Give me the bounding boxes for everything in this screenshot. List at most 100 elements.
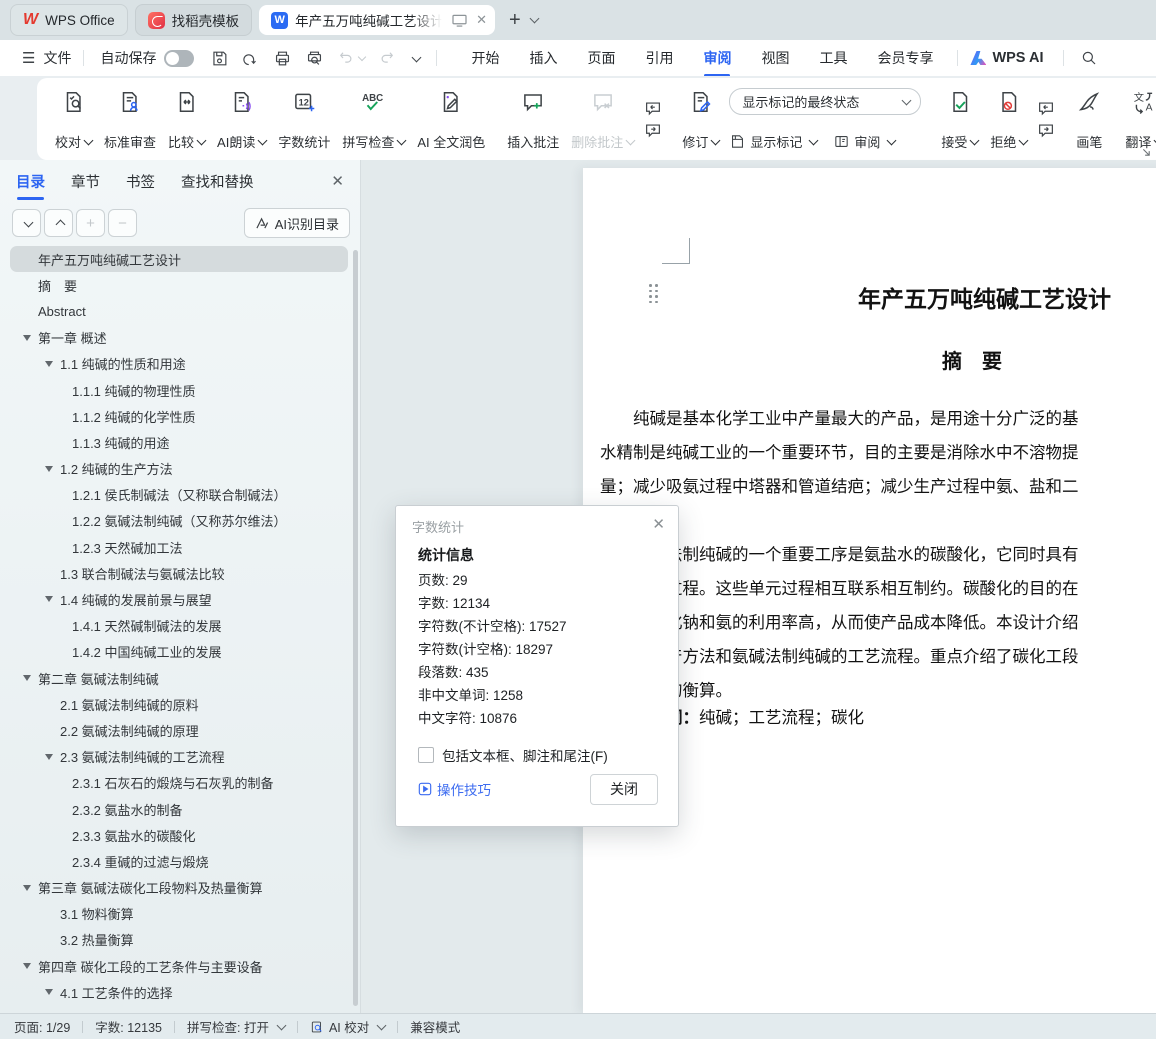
insert-comment-button[interactable]: 插入批注 (501, 83, 565, 157)
expand-triangle-icon[interactable] (45, 466, 53, 472)
toc-item[interactable]: 4.1.1 碳化度 (10, 1005, 348, 1012)
ai-proofread-status[interactable]: AI 校对 (310, 1017, 385, 1036)
toc-item[interactable]: 2.3.2 氨盐水的制备 (10, 796, 348, 822)
toc-item[interactable]: 1.2.1 侯氏制碱法（又称联合制碱法） (10, 482, 348, 508)
close-tab-icon[interactable]: ✕ (476, 12, 487, 28)
toc-item[interactable]: 3.2 热量衡算 (10, 927, 348, 953)
more-commands-chevron-icon[interactable] (409, 50, 420, 66)
toc-item[interactable]: 2.3.4 重碱的过滤与煅烧 (10, 848, 348, 874)
tips-link[interactable]: 操作技巧 (418, 779, 491, 799)
toc-item[interactable]: 年产五万吨纯碱工艺设计 (10, 246, 348, 272)
sidebar-tab[interactable]: 查找和替换 (181, 171, 254, 192)
expand-triangle-icon[interactable] (45, 989, 53, 995)
page-indicator[interactable]: 页面: 1/29 (14, 1017, 70, 1036)
toc-item[interactable]: 1.4.2 中国纯碱工业的发展 (10, 639, 348, 665)
show-markup-button[interactable]: 显示标记 (729, 132, 817, 151)
toc-item[interactable]: 摘 要 (10, 272, 348, 298)
print-preview-icon[interactable] (305, 49, 324, 68)
standard-review-button[interactable]: 标准审查 (98, 83, 162, 157)
include-textbox-checkbox-row[interactable]: 包括文本框、脚注和尾注(F) (418, 745, 608, 765)
spell-check-button[interactable]: ABC 拼写检查 (336, 83, 411, 157)
expand-triangle-icon[interactable] (23, 335, 31, 341)
ai-read-aloud-button[interactable]: AI朗读 (211, 83, 272, 157)
ai-polish-button[interactable]: AI 全文润色 (411, 83, 491, 157)
wps-ai-button[interactable]: WPS AI (970, 50, 1043, 66)
toc-item[interactable]: 2.1 氨碱法制纯碱的原料 (10, 691, 348, 717)
expand-triangle-icon[interactable] (23, 885, 31, 891)
toc-item[interactable]: 1.1.3 纯碱的用途 (10, 429, 348, 455)
sidebar-tab[interactable]: 章节 (71, 171, 100, 192)
previous-comment-icon[interactable] (643, 101, 663, 117)
track-changes-button[interactable]: 修订 (676, 83, 725, 157)
toc-item[interactable]: 3.1 物料衡算 (10, 901, 348, 927)
next-comment-icon[interactable] (643, 123, 663, 139)
proofread-button[interactable]: 校对 (49, 83, 98, 157)
toc-item[interactable]: 1.3 联合制碱法与氨碱法比较 (10, 560, 348, 586)
toc-item[interactable]: 2.2 氨碱法制纯碱的原理 (10, 717, 348, 743)
tab-list-chevron-icon[interactable] (527, 11, 538, 29)
toc-item[interactable]: 1.2.2 氨碱法制纯碱（又称苏尔维法） (10, 508, 348, 534)
tab-wps-office[interactable]: W WPS Office (10, 4, 128, 36)
save-icon[interactable] (210, 49, 229, 68)
toc-item[interactable]: Abstract (10, 298, 348, 324)
export-icon[interactable] (242, 49, 260, 68)
ai-recognize-toc-button[interactable]: AI识别目录 (244, 208, 350, 238)
menu-tab[interactable]: 会员专享 (877, 48, 933, 68)
compare-button[interactable]: 比较 (162, 83, 211, 157)
sidebar-close-icon[interactable]: ✕ (331, 172, 344, 190)
close-dialog-button[interactable]: 关闭 (590, 774, 658, 805)
sidebar-tab[interactable]: 目录 (16, 171, 45, 192)
toc-item[interactable]: 1.2 纯碱的生产方法 (10, 456, 348, 482)
sidebar-scrollbar[interactable] (353, 250, 358, 1006)
spell-check-status[interactable]: 拼写检查: 打开 (187, 1017, 285, 1036)
expand-triangle-icon[interactable] (23, 675, 31, 681)
markup-state-dropdown[interactable]: 显示标记的最终状态 (729, 88, 921, 115)
previous-change-icon[interactable] (1036, 101, 1056, 117)
print-icon[interactable] (273, 49, 292, 68)
toc-item[interactable]: 第二章 氨碱法制纯碱 (10, 665, 348, 691)
toc-item[interactable]: 1.4 纯碱的发展前景与展望 (10, 586, 348, 612)
toc-item[interactable]: 1.1.1 纯碱的物理性质 (10, 377, 348, 403)
toc-item[interactable]: 1.1.2 纯碱的化学性质 (10, 403, 348, 429)
toc-item[interactable]: 2.3.1 石灰石的煅烧与石灰乳的制备 (10, 770, 348, 796)
sidebar-tab[interactable]: 书签 (126, 171, 155, 192)
menu-tab[interactable]: 页面 (587, 48, 615, 68)
menu-tab[interactable]: 工具 (819, 48, 847, 68)
toc-item[interactable]: 第三章 氨碱法碳化工段物料及热量衡算 (10, 875, 348, 901)
collapse-all-button[interactable] (12, 209, 41, 237)
menu-tab[interactable]: 视图 (761, 48, 789, 68)
review-pane-button[interactable]: 审阅 (833, 132, 895, 151)
search-icon[interactable] (1080, 49, 1098, 67)
toc-item[interactable]: 第一章 概述 (10, 325, 348, 351)
autosave-control[interactable]: 自动保存 (100, 48, 194, 68)
translate-button[interactable]: 文A 翻译 (1119, 83, 1156, 157)
tab-docer-templates[interactable]: 找稻壳模板 (135, 4, 253, 36)
toc-item[interactable]: 1.1 纯碱的性质和用途 (10, 351, 348, 377)
next-change-icon[interactable] (1036, 123, 1056, 139)
dialog-close-icon[interactable]: ✕ (652, 515, 665, 533)
toc-item[interactable]: 2.3.3 氨盐水的碳酸化 (10, 822, 348, 848)
menu-tab[interactable]: 审阅 (703, 48, 731, 68)
expand-all-button[interactable] (44, 209, 73, 237)
autosave-toggle[interactable] (164, 50, 194, 67)
file-menu[interactable]: 文件 (43, 48, 71, 68)
accept-change-button[interactable]: 接受 (935, 83, 984, 157)
expand-triangle-icon[interactable] (45, 754, 53, 760)
toc-item[interactable]: 1.2.3 天然碱加工法 (10, 534, 348, 560)
menu-tab[interactable]: 开始 (471, 48, 499, 68)
ink-brush-button[interactable]: 画笔 (1069, 83, 1109, 157)
checkbox-icon[interactable] (418, 747, 434, 763)
toc-item[interactable]: 第四章 碳化工段的工艺条件与主要设备 (10, 953, 348, 979)
cast-screen-icon[interactable] (452, 14, 467, 27)
menu-tab[interactable]: 插入 (529, 48, 557, 68)
hamburger-menu-icon[interactable]: ☰ (22, 49, 35, 67)
toc-item[interactable]: 1.4.1 天然碱制碱法的发展 (10, 613, 348, 639)
reject-change-button[interactable]: 拒绝 (984, 83, 1033, 157)
expand-triangle-icon[interactable] (45, 596, 53, 602)
toc-item[interactable]: 2.3 氨碱法制纯碱的工艺流程 (10, 744, 348, 770)
menu-tab[interactable]: 引用 (645, 48, 673, 68)
new-tab-icon[interactable]: + (509, 9, 521, 32)
tab-document-active[interactable]: W 年产五万吨纯碱工艺设计 计算 ✕ (259, 5, 495, 35)
toc-item[interactable]: 4.1 工艺条件的选择 (10, 979, 348, 1005)
ribbon-expand-icon[interactable] (1142, 148, 1151, 157)
